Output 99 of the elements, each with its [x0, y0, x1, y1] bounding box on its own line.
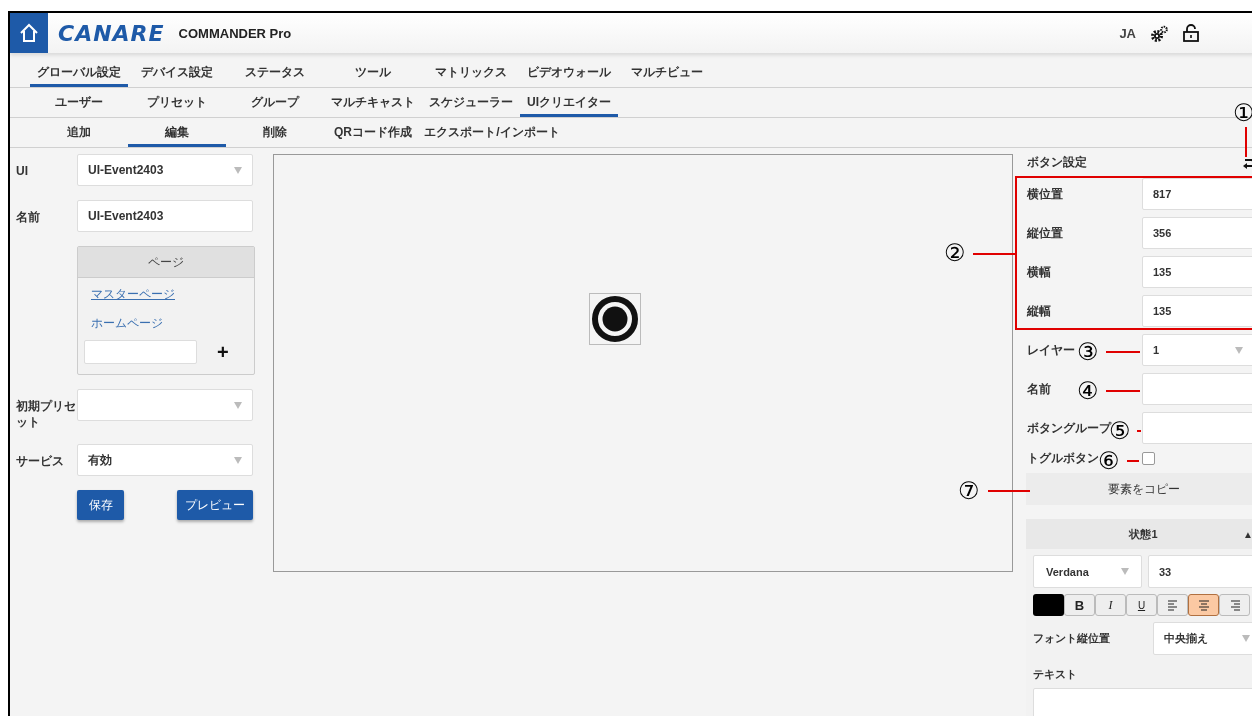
- caret-icon: [1242, 635, 1250, 642]
- italic-button[interactable]: I: [1095, 594, 1126, 616]
- color-swatch[interactable]: [1033, 594, 1064, 616]
- leader-line: [1245, 127, 1247, 157]
- field-label: UI: [16, 163, 29, 179]
- sub-tab[interactable]: プリセット: [128, 88, 226, 117]
- leader-line: [1127, 460, 1139, 462]
- checkbox[interactable]: [1142, 451, 1155, 465]
- field-label: トグルボタン: [1027, 449, 1099, 467]
- field-label: テキスト: [1033, 667, 1078, 682]
- align-right-icon: [1228, 598, 1241, 612]
- action-tab[interactable]: エクスポート/インポート: [422, 118, 562, 147]
- section-title: 状態1: [1129, 526, 1158, 542]
- sub-tab[interactable]: スケジューラー: [422, 88, 520, 117]
- section-title: ボタン設定: [1027, 153, 1087, 171]
- input-field[interactable]: 135: [1142, 256, 1252, 288]
- align-right-button[interactable]: [1219, 594, 1250, 616]
- select-value: Verdana: [1046, 565, 1089, 578]
- service-dropdown[interactable]: 有効: [77, 444, 253, 476]
- panel-header: ページ: [78, 247, 254, 278]
- home-button[interactable]: [10, 13, 48, 53]
- caret-icon: [234, 401, 242, 409]
- action-tab[interactable]: 追加: [30, 118, 128, 147]
- select-value: 中央揃え: [1164, 631, 1209, 646]
- field-label: 縦幅: [1027, 302, 1051, 320]
- collapse-toggle[interactable]: ▲: [1243, 528, 1252, 540]
- brand-logo: CANARE: [58, 20, 165, 46]
- nav-tab[interactable]: マトリックス: [422, 58, 520, 87]
- font-size-field[interactable]: 33: [1148, 555, 1252, 588]
- add-page-button[interactable]: +: [217, 340, 229, 364]
- product-name: COMMANDER Pro: [178, 25, 292, 41]
- nav-tab[interactable]: ツール: [324, 58, 422, 87]
- nav-tab[interactable]: ステータス: [226, 58, 324, 87]
- action-tab[interactable]: 削除: [226, 118, 324, 147]
- field-label: サービス: [16, 453, 65, 469]
- page-name-field[interactable]: [84, 340, 197, 364]
- save-button[interactable]: 保存: [77, 490, 124, 520]
- field-label: 横位置: [1027, 185, 1063, 203]
- bold-button[interactable]: B: [1064, 594, 1095, 616]
- align-center-button[interactable]: [1188, 594, 1219, 616]
- select-value: 1: [1153, 344, 1160, 356]
- field-label: 横幅: [1027, 263, 1051, 281]
- action-tab[interactable]: QRコード作成: [324, 118, 422, 147]
- align-center-icon: [1197, 598, 1210, 612]
- input-field[interactable]: 135: [1142, 295, 1252, 327]
- leader-line: [1106, 351, 1140, 353]
- underline-button[interactable]: U: [1126, 594, 1157, 616]
- nav-tab[interactable]: マルチビュー: [618, 58, 716, 87]
- input-field[interactable]: [1142, 373, 1252, 405]
- ring-button-icon[interactable]: [589, 293, 641, 345]
- copy-element-button[interactable]: 要素をコピー: [1026, 473, 1252, 505]
- caret-icon: [1121, 568, 1129, 575]
- select-value: 有効: [88, 451, 112, 469]
- page-link[interactable]: ホームページ: [91, 315, 163, 332]
- field-label: 縦位置: [1027, 224, 1063, 242]
- callout-number: ②: [944, 240, 966, 266]
- input-field[interactable]: 356: [1142, 217, 1252, 249]
- home-icon: [18, 22, 40, 44]
- sub-tab[interactable]: マルチキャスト: [324, 88, 422, 117]
- callout-number: ⑤: [1109, 418, 1131, 444]
- caret-icon: [1235, 346, 1243, 354]
- name-field[interactable]: UI-Event2403: [77, 200, 253, 232]
- leader-line: [973, 253, 1016, 255]
- gears-icon[interactable]: [1150, 24, 1168, 42]
- caret-icon: [234, 456, 242, 464]
- layer-dropdown[interactable]: 1: [1142, 334, 1252, 366]
- callout-number: ⑦: [958, 478, 980, 504]
- align-left-icon: [1166, 598, 1179, 612]
- sub-tab[interactable]: UIクリエイター: [520, 88, 618, 117]
- action-tab[interactable]: 編集: [128, 118, 226, 147]
- field-label: フォント縦位置: [1033, 631, 1111, 646]
- callout-number: ④: [1077, 378, 1099, 404]
- language-selector[interactable]: JA: [1119, 25, 1136, 41]
- field-label: 名前: [16, 209, 41, 225]
- lock-icon[interactable]: [1182, 24, 1200, 42]
- ui-dropdown[interactable]: UI-Event2403: [77, 154, 253, 186]
- page-link[interactable]: マスターページ: [91, 286, 175, 303]
- field-label: レイヤー: [1027, 341, 1075, 359]
- preview-button[interactable]: プレビュー: [177, 490, 253, 520]
- select-value: UI-Event2403: [88, 163, 164, 177]
- sub-tab[interactable]: ユーザー: [30, 88, 128, 117]
- caret-icon: [234, 166, 242, 174]
- vertical-align-dropdown[interactable]: 中央揃え: [1153, 622, 1252, 655]
- sub-tab[interactable]: グループ: [226, 88, 324, 117]
- callout-number: ⑥: [1098, 448, 1120, 474]
- field-label: ボタングループ: [1027, 419, 1111, 435]
- input-field[interactable]: [1142, 412, 1252, 444]
- leader-line: [1106, 390, 1140, 392]
- callout-number: ①: [1233, 100, 1252, 126]
- nav-tab[interactable]: ビデオウォール: [520, 58, 618, 87]
- input-field[interactable]: 817: [1142, 178, 1252, 210]
- leader-line: [988, 490, 1030, 492]
- field-label: 初期プリセット: [16, 398, 77, 430]
- field-label: 名前: [1027, 380, 1051, 398]
- align-left-button[interactable]: [1157, 594, 1188, 616]
- nav-tab[interactable]: グローバル設定: [30, 58, 128, 87]
- nav-tab[interactable]: デバイス設定: [128, 58, 226, 87]
- callout-number: ③: [1077, 339, 1099, 365]
- font-dropdown[interactable]: Verdana: [1033, 555, 1142, 588]
